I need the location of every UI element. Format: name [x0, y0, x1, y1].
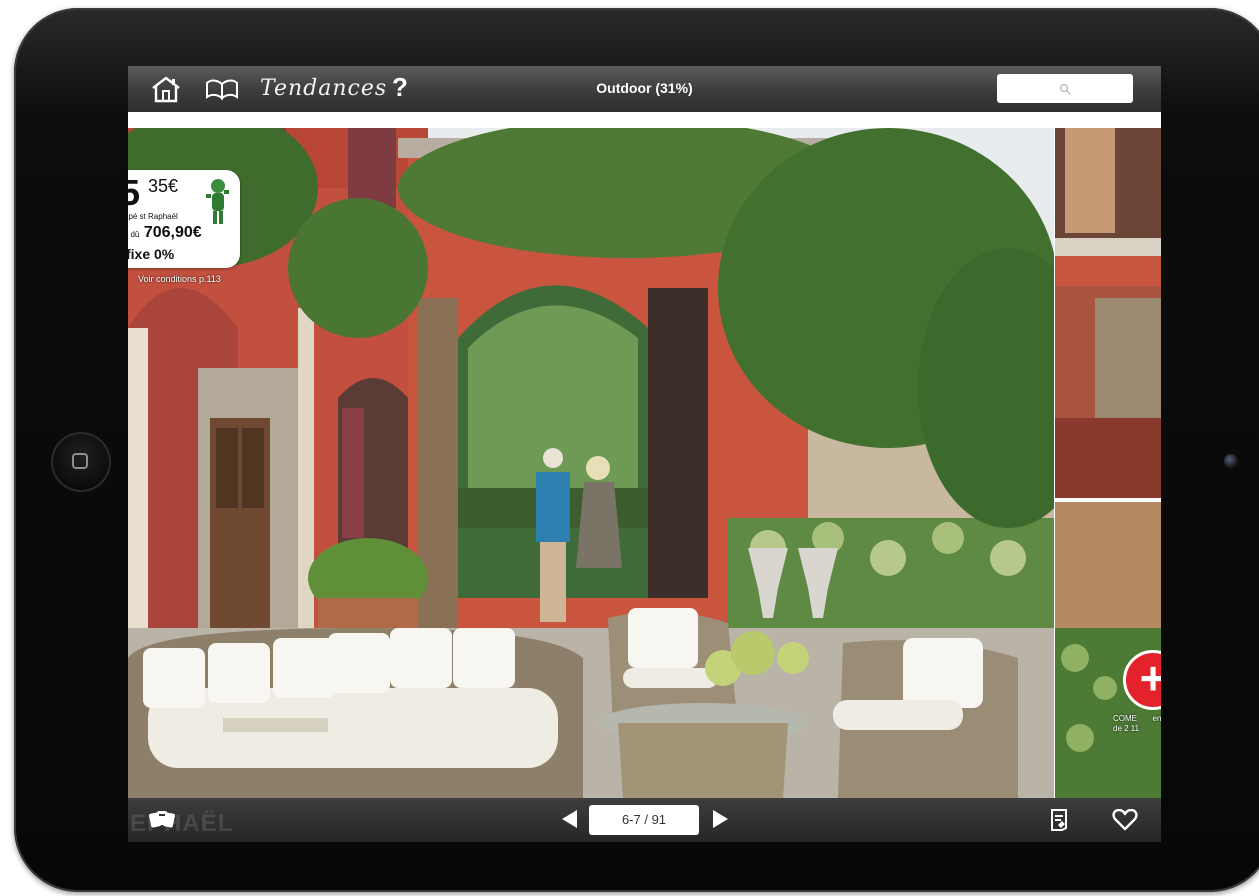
price-sticker[interactable]: 5 35€ apé st Raphaël al dû 706,90€ fixe … [128, 170, 240, 268]
page-indicator[interactable]: 6-7 / 91 [589, 805, 699, 835]
previous-page-arrow[interactable] [562, 810, 577, 828]
catalog-page-spread[interactable]: 5 35€ apé st Raphaël al dû 706,90€ fixe … [128, 128, 1054, 798]
page-top-margin [128, 112, 1161, 128]
shopping-list-icon[interactable] [1048, 808, 1070, 837]
home-button[interactable] [51, 432, 111, 492]
top-toolbar: Tendances ? Outdoor (31%) [128, 66, 1161, 112]
conditions-link[interactable]: Voir conditions p.113 [138, 274, 221, 284]
cards-icon[interactable] [148, 808, 176, 835]
price-cents: 35€ [148, 176, 179, 196]
price-main: 5 [128, 172, 140, 213]
favorites-heart-icon[interactable] [1112, 808, 1138, 836]
product-name: apé st Raphaël [128, 212, 178, 221]
mascot-icon [206, 179, 229, 224]
total-value: 706,90€ [143, 224, 202, 241]
next-page-preview[interactable]: + COME en lot de 2 11 [1055, 128, 1161, 798]
side-caption: COME en lot de 2 11 [1113, 714, 1161, 733]
total-prefix: al dû [128, 230, 140, 239]
screen: Tendances ? Outdoor (31%) 5 35€ apé st R… [128, 66, 1161, 842]
brand-watermark: EPHAËL [130, 810, 234, 837]
search-icon [1059, 83, 1071, 94]
outdoor-scene-photo [128, 128, 1054, 798]
bottom-toolbar: EPHAËL 6-7 / 91 [128, 798, 1161, 842]
rate-label: fixe 0% [128, 246, 175, 262]
front-camera [1224, 454, 1238, 468]
next-page-arrow[interactable] [713, 810, 728, 828]
search-input[interactable] [997, 74, 1133, 103]
